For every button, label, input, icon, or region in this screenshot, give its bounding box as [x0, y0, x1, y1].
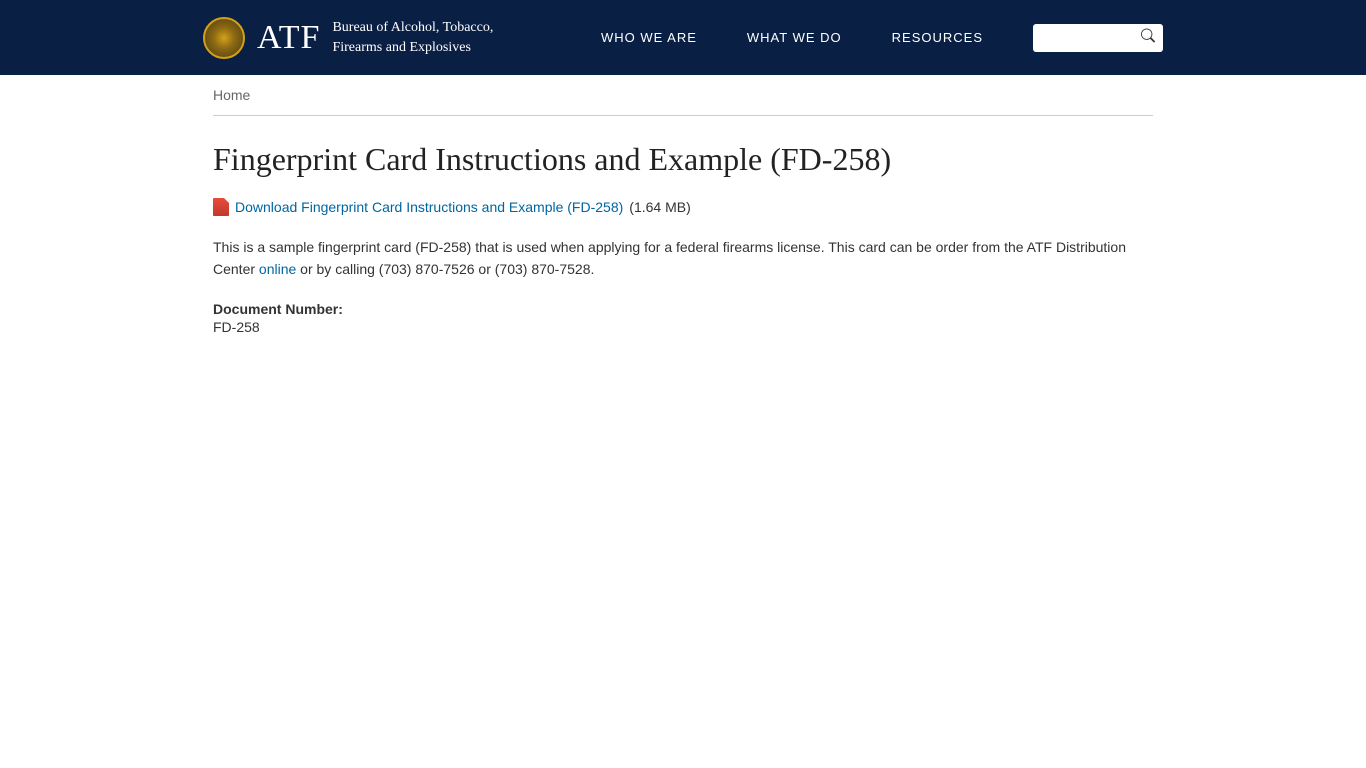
file-size: (1.64 MB)	[629, 199, 690, 215]
main-nav: WHO WE ARE WHAT WE DO RESOURCES	[601, 30, 983, 45]
nav-who-we-are[interactable]: WHO WE ARE	[601, 30, 697, 45]
atf-seal-icon	[203, 17, 245, 59]
logo-text: ATF	[257, 19, 320, 57]
page-title: Fingerprint Card Instructions and Exampl…	[213, 141, 1153, 178]
search-box	[1033, 24, 1163, 52]
document-number-section: Document Number: FD-258	[213, 301, 1153, 335]
bureau-line-1: Bureau of Alcohol, Tobacco,	[332, 18, 493, 38]
description-paragraph: This is a sample fingerprint card (FD-25…	[213, 236, 1153, 281]
bureau-line-2: Firearms and Explosives	[332, 38, 493, 58]
header-container: ATF Bureau of Alcohol, Tobacco, Firearms…	[203, 17, 1163, 59]
nav-search-group: WHO WE ARE WHAT WE DO RESOURCES	[601, 24, 1163, 52]
nav-resources[interactable]: RESOURCES	[892, 30, 983, 45]
document-number-value: FD-258	[213, 319, 1153, 335]
bureau-name: Bureau of Alcohol, Tobacco, Firearms and…	[332, 18, 493, 57]
breadcrumb: Home	[213, 75, 1153, 116]
search-icon[interactable]	[1141, 28, 1155, 47]
logo-group[interactable]: ATF Bureau of Alcohol, Tobacco, Firearms…	[203, 17, 493, 59]
breadcrumb-home[interactable]: Home	[213, 87, 250, 103]
content-container: Home Fingerprint Card Instructions and E…	[203, 75, 1163, 335]
download-row: Download Fingerprint Card Instructions a…	[213, 198, 1153, 216]
site-header: ATF Bureau of Alcohol, Tobacco, Firearms…	[0, 0, 1366, 75]
download-link[interactable]: Download Fingerprint Card Instructions a…	[235, 199, 623, 215]
document-number-label: Document Number:	[213, 301, 1153, 317]
online-link[interactable]: online	[259, 261, 296, 277]
pdf-icon	[213, 198, 229, 216]
description-after: or by calling (703) 870-7526 or (703) 87…	[296, 261, 594, 277]
nav-what-we-do[interactable]: WHAT WE DO	[747, 30, 842, 45]
